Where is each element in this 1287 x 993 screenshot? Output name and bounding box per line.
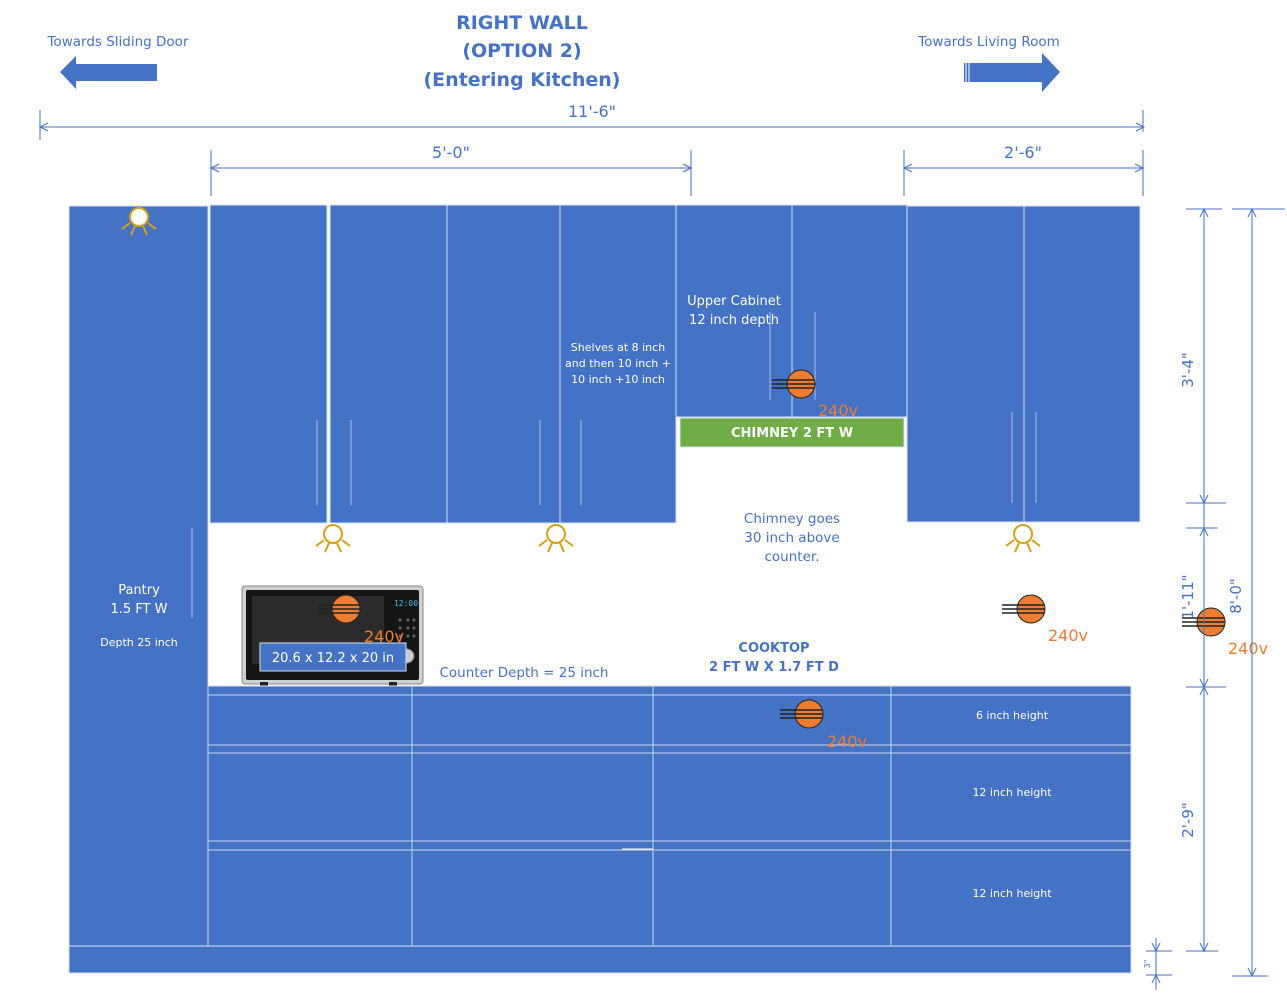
total-height-label: 8'-0" [1227, 578, 1245, 614]
title-line2: (OPTION 2) [462, 40, 581, 62]
outlet-icon [1001, 594, 1046, 624]
upper-height-label: 3'-4" [1179, 352, 1197, 388]
overall-width-dimension: 11'-6" [38, 102, 1146, 140]
light-fixture-icon [538, 524, 574, 553]
base-cabinets: 6 inch height 12 inch height 12 inch hei… [207, 685, 1132, 947]
upper-right-width-dimension: 2'-6" [902, 143, 1145, 196]
light-fixture-icon [1005, 524, 1041, 553]
toe-kick-dimension: 3" [1143, 938, 1172, 990]
outlet-voltage-right: 240v [1048, 626, 1088, 645]
microwave-size-label: 20.6 x 12.2 x 20 in [272, 651, 394, 666]
title-line1: RIGHT WALL [456, 12, 588, 34]
light-fixture-icon [315, 524, 351, 553]
upper-cabinets-left: Shelves at 8 inch and then 10 inch + 10 … [209, 204, 677, 524]
upper-cabinets-right [906, 205, 1141, 523]
outlet-voltage-microwave: 240v [364, 627, 404, 646]
arrow-left-icon [60, 56, 157, 89]
outlet-voltage-wall: 240v [1228, 639, 1268, 658]
upper-left-width-label: 5'-0" [432, 143, 470, 162]
upper-cabinet-label-line2: 12 inch depth [689, 313, 779, 328]
shelves-note-line1: Shelves at 8 inch [571, 341, 665, 354]
chimney-note-line2: 30 inch above [744, 530, 839, 546]
cooktop-label-line1: COOKTOP [738, 641, 809, 656]
cooktop-label-line2: 2 FT W X 1.7 FT D [709, 660, 839, 675]
shelves-note-line2: and then 10 inch + [565, 357, 671, 370]
drawer-1-height: 6 inch height [976, 709, 1049, 722]
title-line3: (Entering Kitchen) [424, 69, 621, 91]
outlet-voltage-cooktop: 240v [827, 732, 867, 751]
pantry-cabinet: Pantry 1.5 FT W Depth 25 inch [68, 205, 209, 947]
direction-right-label: Towards Living Room [917, 34, 1060, 50]
toe-kick-label: 3" [1143, 960, 1152, 969]
toe-kick [68, 945, 1132, 974]
pantry-depth: Depth 25 inch [100, 636, 178, 649]
shelves-note-line3: 10 inch +10 inch [571, 373, 665, 386]
drawer-3-height: 12 inch height [972, 887, 1052, 900]
pantry-width: 1.5 FT W [111, 602, 168, 617]
vertical-segment-dimensions: 3'-4" 1'-11" 2'-9" [1179, 207, 1226, 953]
gap-height-label: 1'-11" [1179, 574, 1197, 619]
upper-left-width-dimension: 5'-0" [209, 143, 693, 196]
upper-cabinet-label-line1: Upper Cabinet [687, 294, 781, 309]
outlet-voltage-chimney: 240v [818, 401, 858, 420]
chimney-label: CHIMNEY 2 FT W [731, 426, 853, 441]
drawer-2-height: 12 inch height [972, 786, 1052, 799]
total-height-dimension: 8'-0" [1227, 207, 1285, 978]
direction-left-label: Towards Sliding Door [46, 34, 188, 50]
upper-right-width-label: 2'-6" [1004, 143, 1042, 162]
base-height-label: 2'-9" [1179, 802, 1197, 838]
chimney-note-line3: counter. [765, 549, 820, 565]
kitchen-elevation-diagram: RIGHT WALL (OPTION 2) (Entering Kitchen)… [38, 12, 1285, 990]
chimney-note-line1: Chimney goes [744, 511, 840, 527]
counter-depth-label: Counter Depth = 25 inch [439, 665, 608, 681]
overall-width-label: 11'-6" [568, 102, 616, 121]
arrow-right-icon [964, 53, 1060, 92]
pantry-name: Pantry [118, 583, 160, 598]
microwave-display: 12:00 [394, 599, 418, 608]
